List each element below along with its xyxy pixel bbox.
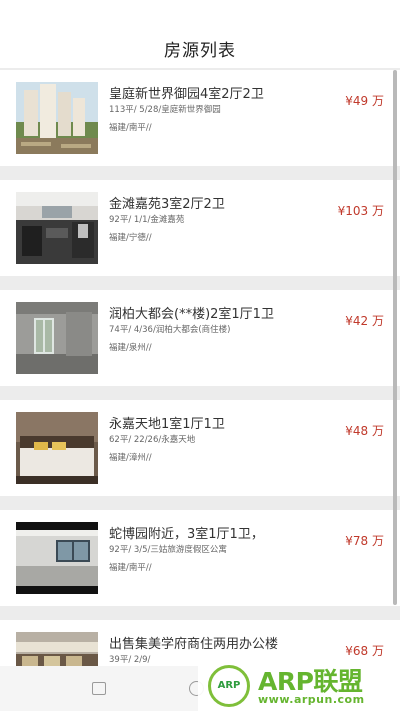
page-title: 房源列表 xyxy=(164,41,236,61)
listing-location: 福建/宁德// xyxy=(109,233,152,243)
listing-meta: 39平/ 2/9/ xyxy=(109,655,151,665)
listing-thumbnail xyxy=(16,82,98,154)
listing-thumbnail xyxy=(16,522,98,594)
listing-price: ¥42 万 xyxy=(345,314,384,328)
listing-location: 福建/南平// xyxy=(109,123,152,133)
listing-price: ¥49 万 xyxy=(345,94,384,108)
listing-meta: 92平/ 1/1/金滩嘉苑 xyxy=(109,215,185,225)
listing-title: 金滩嘉苑3室2厅2卫 xyxy=(109,197,225,212)
listing-meta: 113平/ 5/28/皇庭新世界御园 xyxy=(109,105,221,115)
listing-price: ¥78 万 xyxy=(345,534,384,548)
listing-title: 蛇博园附近，3室1厅1卫， xyxy=(109,527,264,542)
app-header: 房源列表 xyxy=(0,0,400,68)
listing-list[interactable]: 皇庭新世界御园4室2厅2卫 113平/ 5/28/皇庭新世界御园 福建/南平//… xyxy=(0,68,400,666)
listing-card[interactable]: 润柏大都会(**楼)2室1厅1卫 74平/ 4/36/润柏大都会(商住楼) 福建… xyxy=(0,290,400,386)
watermark: ARP ARP联盟 www.arpun.com xyxy=(198,659,400,711)
watermark-logo-icon: ARP xyxy=(208,665,250,707)
listing-card[interactable]: 永嘉天地1室1厅1卫 62平/ 22/26/永嘉天地 福建/漳州// ¥48 万 xyxy=(0,400,400,496)
watermark-url: www.arpun.com xyxy=(258,693,365,706)
listing-title: 出售集美学府商住两用办公楼 xyxy=(109,637,279,652)
listing-meta: 92平/ 3/5/三姑旅游度假区公寓 xyxy=(109,545,227,555)
listing-meta: 74平/ 4/36/润柏大都会(商住楼) xyxy=(109,325,231,335)
listing-thumbnail xyxy=(16,412,98,484)
listing-title: 永嘉天地1室1厅1卫 xyxy=(109,417,225,432)
recent-apps-icon[interactable] xyxy=(92,682,106,695)
listing-thumbnail xyxy=(16,632,98,666)
listing-thumbnail xyxy=(16,192,98,264)
listing-price: ¥103 万 xyxy=(337,204,384,218)
listing-location: 福建/泉州// xyxy=(109,343,152,353)
listing-card[interactable]: 金滩嘉苑3室2厅2卫 92平/ 1/1/金滩嘉苑 福建/宁德// ¥103 万 xyxy=(0,180,400,276)
listing-location: 福建/漳州// xyxy=(109,453,152,463)
listing-card[interactable]: 皇庭新世界御园4室2厅2卫 113平/ 5/28/皇庭新世界御园 福建/南平//… xyxy=(0,70,400,166)
listing-card[interactable]: 蛇博园附近，3室1厅1卫， 92平/ 3/5/三姑旅游度假区公寓 福建/南平//… xyxy=(0,510,400,606)
listing-thumbnail xyxy=(16,302,98,374)
listing-price: ¥68 万 xyxy=(345,644,384,658)
listing-location: 福建/南平// xyxy=(109,563,152,573)
list-scrollbar[interactable] xyxy=(393,70,397,605)
listing-title: 皇庭新世界御园4室2厅2卫 xyxy=(109,87,264,102)
listing-meta: 62平/ 22/26/永嘉天地 xyxy=(109,435,196,445)
listing-price: ¥48 万 xyxy=(345,424,384,438)
listing-title: 润柏大都会(**楼)2室1厅1卫 xyxy=(109,307,274,322)
